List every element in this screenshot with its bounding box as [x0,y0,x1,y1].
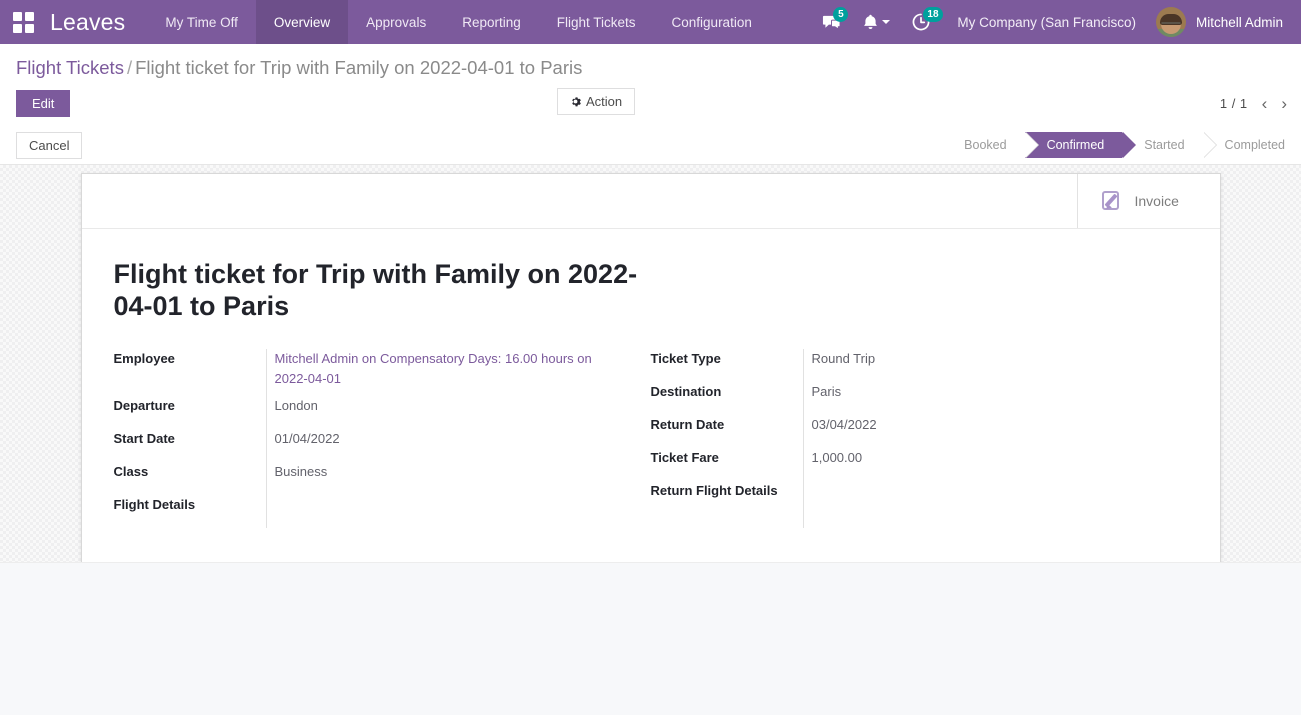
value-destination: Paris [812,382,1188,415]
value-employee[interactable]: Mitchell Admin on Compensatory Days: 16.… [275,349,605,396]
label-return-date: Return Date [651,415,803,448]
statusbar: Cancel Booked Confirmed Started Complete… [0,126,1301,165]
form-view-content: Invoice Flight ticket for Trip with Fami… [0,165,1301,562]
value-flight-details [275,495,651,528]
label-ticket-type: Ticket Type [651,349,803,382]
timer-badge: 18 [923,7,942,22]
page-title: Flight ticket for Trip with Family on 20… [114,259,674,323]
value-return-flight-details [812,481,1188,514]
breadcrumb-current: Flight ticket for Trip with Family on 20… [135,57,582,78]
timer-button[interactable]: 18 [901,0,941,44]
form-body: Flight ticket for Trip with Family on 20… [82,229,1220,562]
menu-item-flight-tickets[interactable]: Flight Tickets [539,0,654,44]
menu-item-overview[interactable]: Overview [256,0,348,44]
label-start-date: Start Date [114,429,266,462]
action-button[interactable]: Action [557,88,635,115]
invoice-smart-button[interactable]: Invoice [1077,174,1220,228]
menu-item-approvals[interactable]: Approvals [348,0,444,44]
messages-badge: 5 [833,7,848,22]
pager-value: 1 / 1 [1220,96,1248,111]
form-values-left: Mitchell Admin on Compensatory Days: 16.… [266,349,651,528]
chevron-down-icon [882,20,890,24]
invoice-smart-button-label: Invoice [1135,193,1179,209]
form-columns: Employee Departure Start Date Class Flig… [114,349,1188,528]
value-departure: London [275,396,651,429]
app-brand[interactable]: Leaves [46,0,147,44]
breadcrumb-separator: / [124,57,135,78]
pager-previous-button[interactable]: ‹ [1262,95,1268,112]
messages-button[interactable]: 5 [811,0,852,44]
stage-confirmed[interactable]: Confirmed [1025,132,1123,158]
pager: 1 / 1 ‹ › [1220,95,1287,112]
pager-next-button[interactable]: › [1281,95,1287,112]
navbar-systray: 5 18 My Company (San Francisco) [811,0,1301,44]
form-column-right: Ticket Type Destination Return Date Tick… [651,349,1188,528]
form-labels-right: Ticket Type Destination Return Date Tick… [651,349,803,528]
label-return-flight-details: Return Flight Details [651,481,803,514]
menu-item-my-time-off[interactable]: My Time Off [147,0,256,44]
company-switcher[interactable]: My Company (San Francisco) [941,15,1150,30]
gear-icon [570,96,581,107]
cancel-button[interactable]: Cancel [16,132,82,159]
form-column-left: Employee Departure Start Date Class Flig… [114,349,651,528]
label-ticket-fare: Ticket Fare [651,448,803,481]
activities-button[interactable] [852,0,901,44]
apps-menu-button[interactable] [0,0,46,44]
control-panel-buttons: Edit Action 1 / 1 ‹ › [0,83,1301,126]
value-class: Business [275,462,651,495]
stage-ribbon: Booked Confirmed Started Completed [942,132,1291,158]
label-destination: Destination [651,382,803,415]
smart-button-box: Invoice [82,174,1220,229]
form-values-right: Round Trip Paris 03/04/2022 1,000.00 [803,349,1188,528]
stage-booked[interactable]: Booked [942,132,1024,158]
user-name: Mitchell Admin [1186,15,1291,30]
label-departure: Departure [114,396,266,429]
main-menu: My Time Off Overview Approvals Reporting… [147,0,769,44]
form-labels-left: Employee Departure Start Date Class Flig… [114,349,266,528]
chatter-area [0,562,1301,715]
top-navbar: Leaves My Time Off Overview Approvals Re… [0,0,1301,44]
menu-item-reporting[interactable]: Reporting [444,0,539,44]
user-menu[interactable]: Mitchell Admin [1150,7,1291,37]
avatar [1156,7,1186,37]
menu-item-configuration[interactable]: Configuration [654,0,770,44]
value-ticket-type: Round Trip [812,349,1188,382]
label-employee: Employee [114,349,266,396]
bell-icon [863,14,878,31]
value-start-date: 01/04/2022 [275,429,651,462]
value-return-date: 03/04/2022 [812,415,1188,448]
invoice-edit-icon [1102,190,1124,212]
value-ticket-fare: 1,000.00 [812,448,1188,481]
form-sheet: Invoice Flight ticket for Trip with Fami… [81,173,1221,563]
label-class: Class [114,462,266,495]
breadcrumb-parent[interactable]: Flight Tickets [16,57,124,78]
breadcrumb: Flight Tickets/Flight ticket for Trip wi… [0,44,1301,83]
apps-grid-icon [13,12,34,33]
edit-button[interactable]: Edit [16,90,70,117]
action-button-label: Action [586,94,622,109]
label-flight-details: Flight Details [114,495,266,528]
